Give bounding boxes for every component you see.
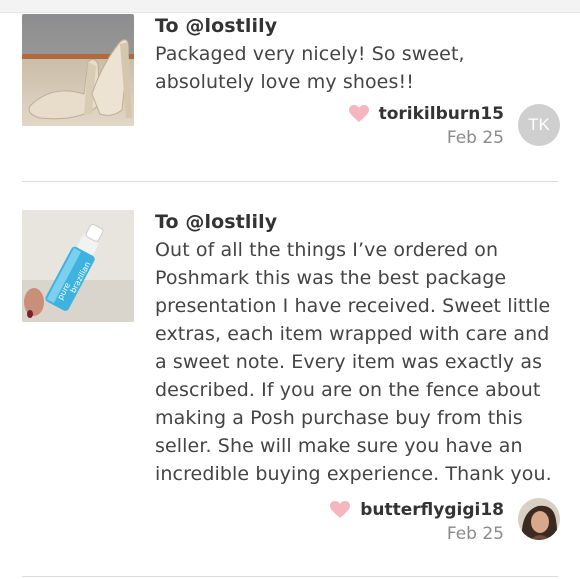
heart-icon[interactable] [348,105,369,123]
review-body: Out of all the things I’ve ordered on Po… [155,239,552,485]
avatar[interactable]: TK [518,104,560,146]
review-recipient[interactable]: To @lostlily [155,208,565,236]
review-recipient[interactable]: To @lostlily [155,12,565,40]
divider [22,576,558,577]
reviewer-username[interactable]: torikilburn15 [379,104,504,124]
review-date: Feb 25 [446,524,504,544]
avatar[interactable] [518,498,560,540]
heart-icon[interactable] [330,501,351,519]
review-body: Packaged very nicely! So sweet, absolute… [155,43,465,93]
review-date: Feb 25 [446,128,504,148]
heels-photo[interactable] [22,14,134,126]
avatar-initials: TK [528,115,550,134]
reviewer-username[interactable]: butterflygigi18 [360,500,504,520]
spray-bottle-photo[interactable]: pure brazilian [22,210,134,322]
divider [22,181,558,182]
